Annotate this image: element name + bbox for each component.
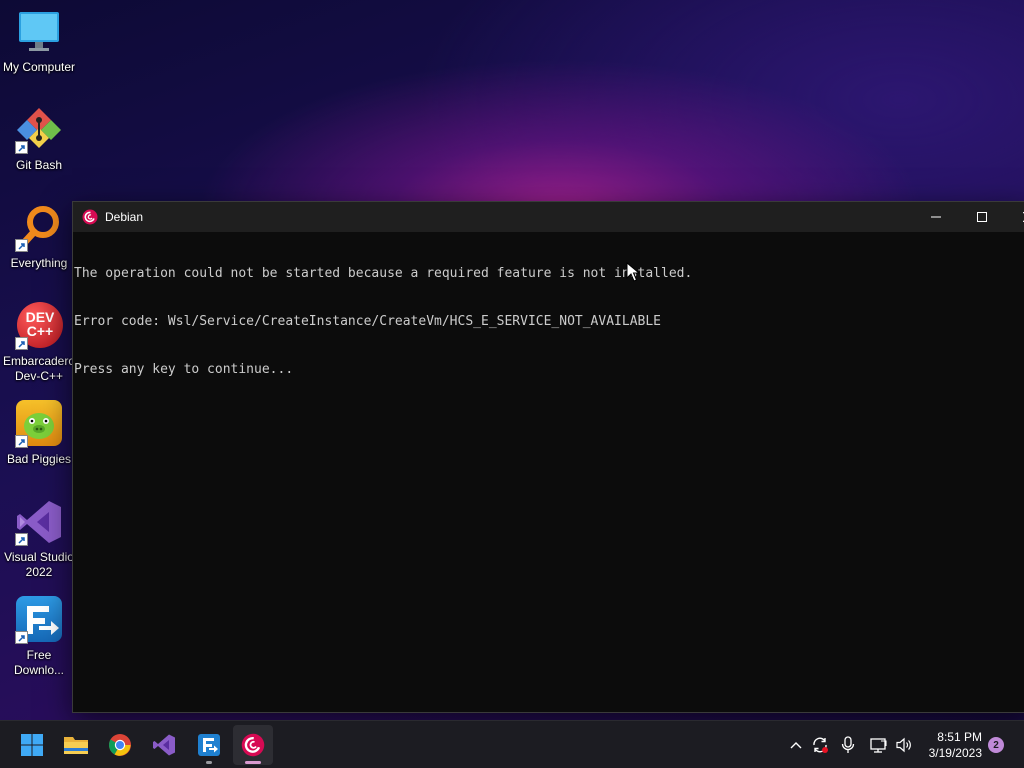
desktop-icon-label: My Computer	[2, 60, 76, 74]
running-indicator	[206, 761, 212, 764]
taskbar-clock[interactable]: 8:51 PM 3/19/2023	[920, 729, 982, 761]
taskbar-free-download-manager[interactable]	[189, 725, 229, 765]
tray-network[interactable]	[867, 733, 891, 757]
mouse-pointer-icon	[626, 262, 640, 282]
window-titlebar[interactable]: Debian	[73, 202, 1024, 232]
show-hidden-icons-button[interactable]	[784, 733, 808, 757]
desktop-icon-everything[interactable]: Everything	[0, 204, 78, 271]
sync-icon	[813, 737, 828, 753]
monitor-icon	[15, 8, 63, 56]
tray-microphone[interactable]	[836, 733, 860, 757]
minimize-button[interactable]	[913, 202, 959, 232]
tray-sync[interactable]	[808, 733, 832, 757]
desktop-icon-bad-piggies[interactable]: Bad Piggies	[0, 400, 78, 467]
desktop-icon-label: Git Bash	[15, 158, 63, 172]
tray-volume[interactable]	[892, 733, 916, 757]
active-indicator	[245, 761, 261, 764]
debian-icon	[241, 733, 265, 757]
clock-time: 8:51 PM	[937, 730, 982, 744]
taskbar: 8:51 PM 3/19/2023 2	[0, 720, 1024, 768]
taskbar-visual-studio[interactable]	[144, 725, 184, 765]
window-title: Debian	[105, 210, 144, 224]
free-download-manager-icon	[198, 734, 220, 756]
windows-start-icon	[21, 734, 43, 756]
visual-studio-icon	[15, 498, 63, 546]
shortcut-arrow-icon	[15, 435, 28, 448]
git-bash-icon	[15, 106, 63, 154]
desktop-icon-git-bash[interactable]: Git Bash	[0, 106, 78, 173]
close-button[interactable]	[1005, 202, 1024, 232]
desktop-icon-dev-cpp[interactable]: DEV C++ Embarcadero Dev-C++	[0, 302, 78, 384]
debian-icon	[82, 209, 98, 225]
console-line: Error code: Wsl/Service/CreateInstance/C…	[74, 314, 661, 329]
debian-terminal-window[interactable]: Debian The operation could not be starte…	[72, 201, 1024, 713]
notification-badge[interactable]: 2	[988, 737, 1004, 753]
clock-date: 3/19/2023	[928, 746, 982, 760]
taskbar-debian[interactable]	[233, 725, 273, 765]
volume-icon	[896, 737, 911, 753]
shortcut-arrow-icon	[15, 533, 28, 546]
network-icon	[870, 738, 887, 753]
desktop-icon-label: Embarcadero Dev-C++	[2, 354, 76, 383]
taskbar-file-explorer[interactable]	[56, 725, 96, 765]
devcpp-glyph-text: DEV C++	[25, 309, 55, 339]
taskbar-chrome[interactable]	[100, 725, 140, 765]
minimize-icon	[931, 216, 941, 218]
devcpp-icon: DEV C++	[15, 302, 63, 350]
maximize-icon	[977, 212, 987, 222]
desktop-icon-label: Visual Studio 2022	[4, 550, 74, 579]
desktop-icon-free-download-manager[interactable]: Free Downlo...	[0, 596, 78, 678]
visual-studio-icon	[153, 734, 175, 756]
shortcut-arrow-icon	[15, 141, 28, 154]
folder-icon	[64, 737, 88, 754]
console-output[interactable]: The operation could not be started becau…	[73, 232, 1024, 412]
microphone-icon	[841, 736, 855, 753]
start-button[interactable]	[12, 725, 52, 765]
free-download-manager-icon	[15, 596, 63, 644]
everything-search-icon	[15, 204, 63, 252]
desktop-icon-label: Bad Piggies	[6, 452, 72, 466]
chevron-up-icon	[790, 742, 802, 749]
desktop-icon-label: Free Downlo...	[13, 648, 65, 677]
bad-piggies-icon	[15, 400, 63, 448]
shortcut-arrow-icon	[15, 239, 28, 252]
desktop-icon-visual-studio[interactable]: Visual Studio 2022	[0, 498, 78, 580]
maximize-button[interactable]	[959, 202, 1005, 232]
desktop-icon-my-computer[interactable]: My Computer	[0, 8, 78, 75]
shortcut-arrow-icon	[15, 631, 28, 644]
desktop-icon-label: Everything	[10, 256, 68, 270]
console-line: Press any key to continue...	[74, 362, 294, 377]
chrome-icon	[109, 734, 131, 756]
console-line: The operation could not be started becau…	[74, 266, 693, 281]
shortcut-arrow-icon	[15, 337, 28, 350]
